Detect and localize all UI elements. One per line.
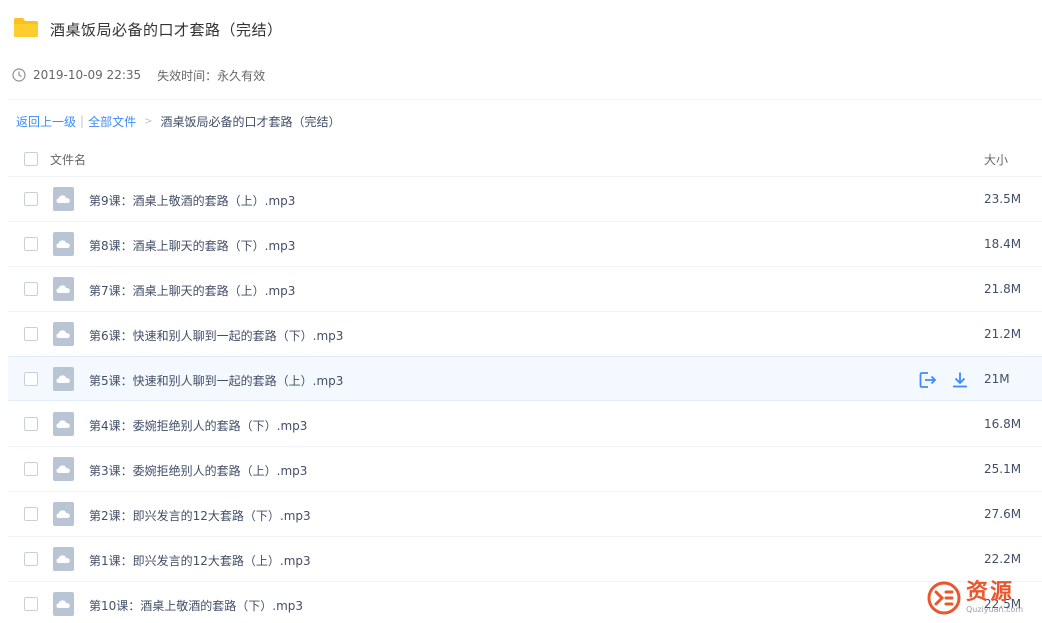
clock-icon	[12, 68, 26, 82]
divider	[8, 99, 1042, 100]
column-header-name[interactable]: 文件名	[50, 151, 86, 168]
breadcrumb: 返回上一级 | 全部文件 > 酒桌饭局必备的口才套路（完结）	[16, 112, 340, 130]
watermark: 资源 Quziyuan.com	[926, 576, 1038, 620]
file-name[interactable]: 第10课：酒桌上敬酒的套路（下）.mp3	[89, 597, 303, 614]
breadcrumb-arrow: >	[144, 115, 153, 127]
row-checkbox[interactable]	[24, 507, 38, 521]
table-row[interactable]: 第6课：快速和别人聊到一起的套路（下）.mp3 21.2M	[8, 312, 1042, 357]
file-size: 27.6M	[984, 507, 1022, 521]
table-row-hovered[interactable]: 第5课：快速和别人聊到一起的套路（上）.mp3 21M	[8, 356, 1042, 401]
folder-icon	[14, 18, 38, 37]
breadcrumb-current: 酒桌饭局必备的口才套路（完结）	[160, 114, 341, 129]
column-header-size[interactable]: 大小	[984, 151, 1008, 168]
table-row[interactable]: 第2课：即兴发言的12大套路（下）.mp3 27.6M	[8, 492, 1042, 537]
share-time: 2019-10-09 22:35	[33, 68, 142, 82]
select-all-checkbox[interactable]	[24, 152, 38, 166]
share-page: 酒桌饭局必备的口才套路（完结） 2019-10-09 22:35 失效时间：永久…	[0, 0, 1042, 623]
save-to-disk-icon[interactable]	[918, 370, 938, 390]
watermark-text: 资源 Quziyuan.com	[966, 581, 1023, 615]
share-meta: 2019-10-09 22:35 失效时间：永久有效	[12, 66, 265, 84]
file-name[interactable]: 第7课：酒桌上聊天的套路（上）.mp3	[89, 282, 295, 299]
cloud-file-icon	[53, 457, 74, 481]
file-size: 21M	[984, 372, 1010, 386]
row-checkbox[interactable]	[24, 237, 38, 251]
row-checkbox[interactable]	[24, 462, 38, 476]
watermark-en: Quziyuan.com	[966, 605, 1024, 614]
watermark-logo-icon	[927, 581, 961, 615]
breadcrumb-back-link[interactable]: 返回上一级	[16, 113, 76, 130]
table-row[interactable]: 第9课：酒桌上敬酒的套路（上）.mp3 23.5M	[8, 177, 1042, 222]
cloud-file-icon	[53, 322, 74, 346]
table-row[interactable]: 第4课：委婉拒绝别人的套路（下）.mp3 16.8M	[8, 402, 1042, 447]
table-row[interactable]: 第7课：酒桌上聊天的套路（上）.mp3 21.8M	[8, 267, 1042, 312]
share-expiry: 失效时间：永久有效	[157, 68, 266, 83]
file-name[interactable]: 第1课：即兴发言的12大套路（上）.mp3	[89, 552, 311, 569]
download-icon[interactable]	[950, 370, 970, 390]
breadcrumb-separator: |	[80, 114, 85, 128]
cloud-file-icon	[53, 277, 74, 301]
cloud-file-icon	[53, 412, 74, 436]
cloud-file-icon	[53, 502, 74, 526]
share-header: 酒桌饭局必备的口才套路（完结）	[0, 0, 1042, 58]
file-list-header: 文件名 大小	[8, 140, 1042, 177]
cloud-file-icon	[53, 592, 74, 616]
cloud-file-icon	[53, 367, 74, 391]
table-row[interactable]: 第10课：酒桌上敬酒的套路（下）.mp3 22.5M	[8, 582, 1042, 623]
file-name[interactable]: 第6课：快速和别人聊到一起的套路（下）.mp3	[89, 327, 343, 344]
share-title: 酒桌饭局必备的口才套路（完结）	[50, 21, 283, 39]
file-size: 25.1M	[984, 462, 1022, 476]
breadcrumb-all-files-link[interactable]: 全部文件	[88, 113, 136, 130]
file-size: 18.4M	[984, 237, 1022, 251]
cloud-file-icon	[53, 187, 74, 211]
file-name[interactable]: 第3课：委婉拒绝别人的套路（上）.mp3	[89, 462, 307, 479]
row-checkbox[interactable]	[24, 417, 38, 431]
file-size: 16.8M	[984, 417, 1022, 431]
row-checkbox[interactable]	[24, 372, 38, 386]
file-size: 21.8M	[984, 282, 1022, 296]
row-checkbox[interactable]	[24, 597, 38, 611]
file-name[interactable]: 第5课：快速和别人聊到一起的套路（上）.mp3	[89, 372, 343, 389]
table-row[interactable]: 第8课：酒桌上聊天的套路（下）.mp3 18.4M	[8, 222, 1042, 267]
cloud-file-icon	[53, 547, 74, 571]
file-name[interactable]: 第8课：酒桌上聊天的套路（下）.mp3	[89, 237, 295, 254]
row-checkbox[interactable]	[24, 282, 38, 296]
row-checkbox[interactable]	[24, 552, 38, 566]
watermark-cn: 资源	[966, 580, 1015, 605]
table-row[interactable]: 第1课：即兴发言的12大套路（上）.mp3 22.2M	[8, 537, 1042, 582]
file-name[interactable]: 第2课：即兴发言的12大套路（下）.mp3	[89, 507, 311, 524]
file-name[interactable]: 第9课：酒桌上敬酒的套路（上）.mp3	[89, 192, 295, 209]
row-actions	[918, 370, 982, 390]
row-checkbox[interactable]	[24, 327, 38, 341]
table-row[interactable]: 第3课：委婉拒绝别人的套路（上）.mp3 25.1M	[8, 447, 1042, 492]
file-size: 23.5M	[984, 192, 1022, 206]
file-name[interactable]: 第4课：委婉拒绝别人的套路（下）.mp3	[89, 417, 307, 434]
file-size: 21.2M	[984, 327, 1022, 341]
row-checkbox[interactable]	[24, 192, 38, 206]
file-size: 22.2M	[984, 552, 1022, 566]
cloud-file-icon	[53, 232, 74, 256]
